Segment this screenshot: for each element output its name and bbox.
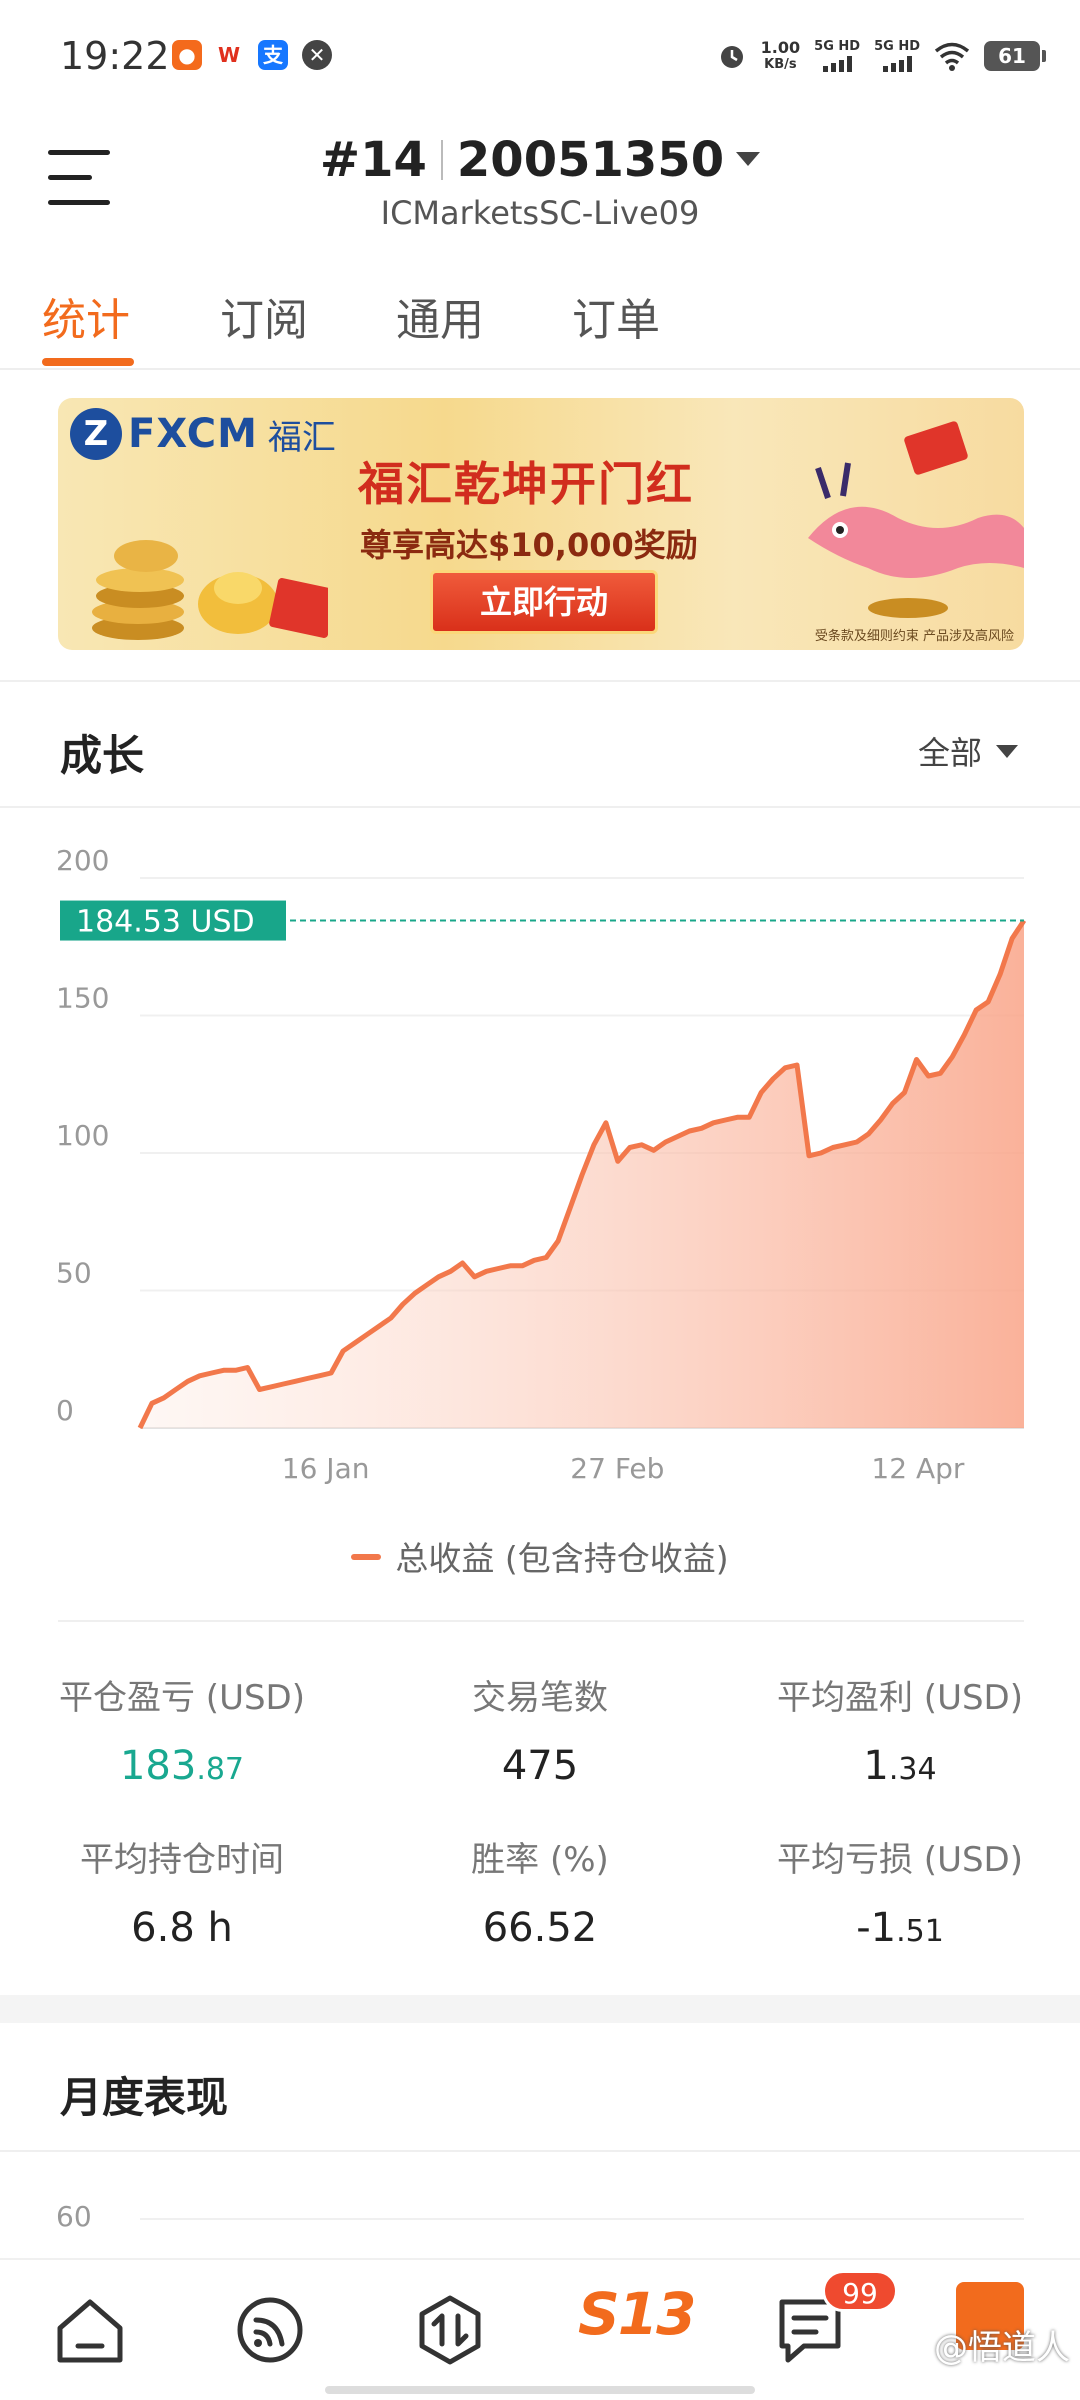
status-right: 1.00 KB/s 5G HD 5G HD 61 (717, 34, 1046, 78)
current-value-label: 184.53 USD (76, 905, 255, 940)
chevron-down-icon (736, 152, 761, 166)
monthly-title: 月度表现 (60, 2073, 229, 2122)
stat-closed-pnl: 平仓盈亏 (USD) 183.87 (2, 1670, 362, 1789)
tab-orders[interactable]: 订单 (572, 284, 660, 348)
growth-chart[interactable]: 200 150 100 50 0 184.53 USD 16 Jan 27 Feb 12 Apr (0, 840, 1080, 1560)
network-5g-1: 5G HD (814, 40, 860, 72)
divider (58, 1620, 1024, 1622)
banner-subtitle: 尊享高达$10,000奖励 (360, 526, 698, 564)
banner-cta-button[interactable]: 立即行动 (430, 570, 658, 634)
divider (0, 806, 1080, 808)
signal-feed-icon[interactable] (230, 2290, 310, 2370)
divider (0, 680, 1080, 682)
app-header: #14 20051350 ICMarketsSC-Live09 (0, 110, 1080, 245)
active-tab-indicator (42, 358, 134, 366)
stat-win-rate: 胜率 (%) 66.52 (360, 1832, 720, 1951)
home-indicator[interactable] (325, 2386, 755, 2394)
growth-chart-svg: 200 150 100 50 0 184.53 USD 16 Jan 27 Feb 12 Apr (56, 844, 1027, 1485)
stat-label: 平均持仓时间 (80, 1840, 284, 1880)
x-tick-label: 12 Apr (871, 1452, 964, 1485)
network-5g-2: 5G HD (874, 40, 920, 72)
fxcm-logo-icon: Z (70, 408, 122, 460)
stat-avg-profit: 平均盈利 (USD) 1.34 (720, 1670, 1080, 1789)
stat-value: 6.8 h (131, 1905, 233, 1951)
status-time: 19:22 (60, 34, 170, 78)
divider (0, 2150, 1080, 2152)
gold-coins-icon (92, 540, 328, 640)
tab-subscribe[interactable]: 订阅 (220, 284, 308, 348)
period-filter-label: 全部 (917, 734, 982, 772)
legend-label: 总收益 (包含持仓收益) (395, 1539, 729, 1578)
wps-app-icon: W (214, 40, 244, 70)
y-tick-label: 100 (56, 1119, 109, 1152)
notification-app-icon: ● (172, 40, 202, 70)
signal-icon (822, 56, 852, 72)
growth-title: 成长 (60, 731, 145, 780)
y-tick-label: 50 (56, 1257, 92, 1290)
dragon-icon (808, 421, 1024, 618)
signal-icon (882, 56, 912, 72)
banner-title: 福汇乾坤开门红 (358, 457, 694, 511)
tab-bar: 统计 订阅 通用 订单 (0, 262, 1080, 370)
stat-trade-count: 交易笔数 475 (360, 1670, 720, 1789)
stat-value: 66.52 (482, 1905, 598, 1951)
tab-stats[interactable]: 统计 (42, 284, 130, 348)
battery-icon: 61 (984, 41, 1046, 71)
alipay-app-icon: 支 (258, 40, 288, 70)
s13-logo-tab[interactable]: S13 (578, 2280, 697, 2360)
stat-label: 平仓盈亏 (USD) (59, 1678, 305, 1718)
stat-value: 183.87 (119, 1743, 245, 1789)
monthly-gridline (140, 2218, 1024, 2220)
stat-value: -1.51 (856, 1905, 944, 1951)
stat-label: 胜率 (%) (471, 1840, 609, 1880)
period-filter-dropdown[interactable]: 全部 (918, 728, 1018, 774)
stat-label: 平均盈利 (USD) (777, 1678, 1023, 1718)
chevron-down-icon (996, 744, 1018, 758)
wifi-icon (934, 42, 970, 71)
banner-disclaimer: 受条款及细则约束 产品涉及高风险 (814, 629, 1014, 644)
y-tick-label: 200 (56, 844, 109, 877)
y-tick-label: 0 (56, 1394, 74, 1427)
watermark: @悟道人 (934, 2328, 1070, 2368)
trade-icon[interactable] (410, 2290, 490, 2370)
legend-swatch (351, 1554, 382, 1560)
fxcm-logo: Z FXCM 福汇 (70, 408, 336, 460)
stat-value: 1.34 (863, 1743, 937, 1789)
bottom-navigation: S13 (0, 2258, 1080, 2400)
app-notification-icon: ✕ (302, 40, 332, 70)
home-icon[interactable] (50, 2290, 130, 2370)
alarm-icon (720, 46, 743, 68)
x-tick-label: 27 Feb (570, 1452, 664, 1485)
stat-label: 交易笔数 (472, 1678, 608, 1718)
stat-avg-hold-time: 平均持仓时间 6.8 h (2, 1832, 362, 1951)
monthly-y-tick: 60 (56, 2200, 92, 2233)
account-selector[interactable]: #14 20051350 (0, 132, 1080, 188)
chart-legend: 总收益 (包含持仓收益) (0, 1532, 1080, 1580)
stat-label: 平均亏损 (USD) (777, 1840, 1023, 1880)
divider (440, 140, 443, 180)
server-name: ICMarketsSC-Live09 (380, 194, 700, 232)
x-tick-label: 16 Jan (282, 1452, 370, 1485)
promo-banner[interactable]: Z FXCM 福汇 福汇乾坤开门红 尊享高达$10,000奖励 立即行动 受条款… (58, 398, 1024, 650)
y-tick-label: 150 (56, 982, 109, 1015)
account-number: 20051350 (456, 132, 725, 188)
tab-general[interactable]: 通用 (396, 284, 484, 348)
message-badge: 99 (822, 2270, 898, 2312)
account-rank: #14 (319, 132, 427, 188)
stat-value: 475 (501, 1743, 579, 1789)
section-separator (0, 1995, 1080, 2023)
status-bar: 19:22 ● W 支 ✕ 1.00 KB/s 5G HD 5G HD 61 (0, 0, 1080, 110)
stat-avg-loss: 平均亏损 (USD) -1.51 (720, 1832, 1080, 1951)
network-speed: 1.00 KB/s (760, 38, 801, 72)
